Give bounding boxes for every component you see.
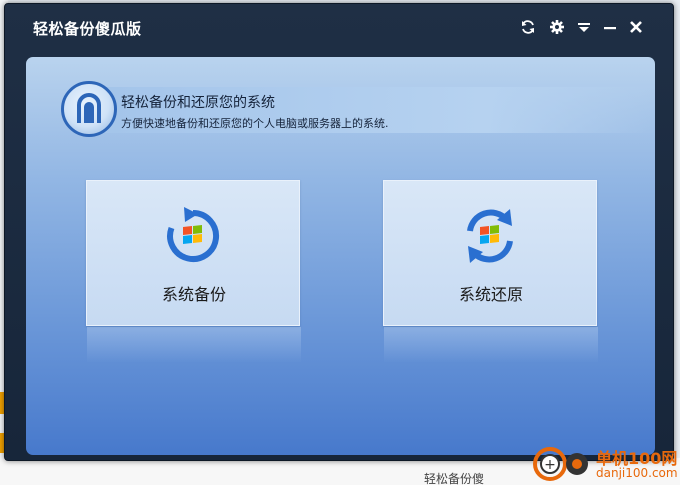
refresh-icon [522,20,534,34]
svg-text:+: + [544,457,556,473]
minimize-icon [604,27,616,30]
header-subtitle: 方便快速地备份和还原您的个人电脑或服务器上的系统. [121,117,389,130]
backup-logo-icon [61,81,117,137]
window-title: 轻松备份傻瓜版 [33,20,142,38]
menu-button[interactable] [573,16,595,38]
watermark-url: danji100.com [596,466,678,480]
close-icon [630,21,642,33]
menu-icon [578,23,590,32]
watermark: + 单机100网 danji100.com [530,442,680,485]
system-restore-button[interactable]: 系统还原 [383,180,598,363]
refresh-button[interactable] [517,16,539,38]
title-bar[interactable]: 轻松备份傻瓜版 [5,4,675,52]
background-bottom-text: 轻松备份傻 [424,472,485,485]
system-backup-button[interactable]: 系统备份 [86,180,301,363]
button-reflection [87,327,301,363]
gear-icon [550,20,564,34]
app-window: 轻松备份傻瓜版 轻松备份和还原您的系统 方便快速地备份和还原您的个人电脑或服务器… [4,3,674,461]
button-reflection [384,327,598,363]
system-restore-label: 系统还原 [458,285,523,304]
system-backup-icon [167,207,220,262]
settings-button[interactable] [546,16,568,38]
close-button[interactable] [625,16,647,38]
header-title: 轻松备份和还原您的系统 [121,95,275,111]
minimize-button[interactable] [599,16,621,38]
main-panel: 轻松备份和还原您的系统 方便快速地备份和还原您的个人电脑或服务器上的系统. 系统… [26,57,655,455]
watermark-logo-icon: + [533,447,588,481]
system-restore-icon [467,209,513,263]
system-backup-label: 系统备份 [161,285,226,304]
